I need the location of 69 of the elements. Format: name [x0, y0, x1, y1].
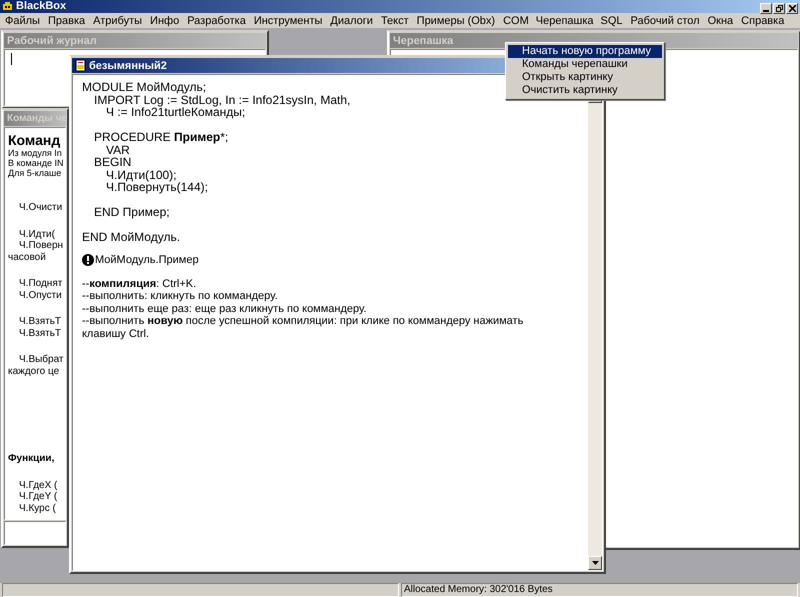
menu-item[interactable]: Диалоги — [326, 12, 377, 28]
commander-link[interactable]: МойМодуль.Пример — [95, 254, 199, 266]
menu-item[interactable]: COM — [499, 12, 533, 28]
help-text: В команде IN — [8, 158, 64, 168]
code-line: Ч.Повернуть(144); — [106, 181, 208, 194]
minimize-button[interactable] — [760, 3, 772, 14]
code-line: Ч := Info21turtleКоманды; — [106, 106, 246, 118]
help-text: Ч.ГдеX ( — [19, 478, 58, 491]
heading: Команд — [8, 132, 60, 148]
memory-status: Allocated Memory: 302'016 Bytes — [401, 583, 798, 597]
menu-item[interactable]: Разработка — [183, 12, 250, 28]
help-text: Ч.ВзятьТ — [19, 328, 62, 339]
menu-option[interactable]: Открыть картинку — [508, 71, 662, 84]
window-title: Черепашка — [393, 34, 454, 46]
code-line: VAR — [106, 144, 130, 156]
menu-item[interactable]: Файлы — [1, 12, 44, 28]
help-text: Ч.Поверн — [19, 240, 64, 252]
help-text: Ч.Опусти — [19, 290, 62, 301]
menu-item[interactable]: Справка — [737, 12, 788, 28]
restore-icon — [776, 5, 782, 12]
menu-item[interactable]: Инструменты — [250, 12, 326, 28]
help-text: Ч.ВзятьТ — [19, 315, 62, 328]
help-text: Для 5-клаше — [8, 168, 62, 178]
note-text: --компиляция: Ctrl+K. — [82, 278, 196, 290]
menu-item[interactable]: SQL — [596, 12, 627, 28]
note-text: --выполнить: кликнуть по коммандеру. — [82, 290, 278, 302]
document-icon — [75, 60, 86, 71]
help-text: Ч.Идти( — [19, 228, 55, 240]
menu-item[interactable]: Примеры (Obx) — [412, 12, 500, 28]
app-title: BlackBox — [16, 0, 66, 13]
help-text: Ч.Очисти — [19, 201, 62, 214]
exclamation-icon[interactable] — [82, 254, 94, 266]
note-text: --выполнить новую после успешной компиляции: при клике по коммандеру нажимать клавишу Ctrl. — [82, 315, 524, 340]
code-line: Ч.Идти(100); — [106, 168, 177, 181]
menu-option[interactable]: Очистить картинку — [508, 84, 662, 97]
help-text: Из модуля In — [8, 148, 62, 158]
code-line: END Пример; — [94, 204, 170, 218]
text-cursor — [11, 53, 12, 65]
help-text: Ч.Поднят — [19, 277, 62, 290]
window-title: Рабочий журнал — [7, 34, 97, 46]
menu-item[interactable]: Черепашка — [532, 14, 597, 28]
menu-item[interactable]: Текст — [376, 12, 413, 28]
code-line: MODULE МойМодуль; — [82, 81, 206, 94]
menu-item[interactable]: Окна — [704, 12, 738, 28]
close-icon — [788, 5, 796, 12]
menu-item[interactable]: Правка — [44, 12, 90, 28]
menu-option[interactable]: Команды черепашки — [508, 58, 662, 71]
note-text: --выполнить еще раз: еще раз кликнуть по коммандеру. — [82, 302, 366, 315]
menu-option[interactable]: Начать новую программу — [508, 45, 662, 58]
code-line: END МойМодуль. — [82, 229, 180, 244]
code-line: PROCEDURE Пример*; — [94, 129, 228, 144]
code-line: BEGIN — [94, 156, 132, 168]
help-text: Ч.ГдеY ( — [19, 491, 58, 502]
code-line: IMPORT Log := StdLog, In := Info21sysIn, Math, — [94, 94, 350, 106]
down-arrow-icon — [592, 561, 598, 565]
help-text: часовой — [8, 252, 46, 263]
menu-item[interactable]: Рабочий стол — [626, 12, 704, 28]
menu-item[interactable]: Атрибуты — [89, 12, 146, 28]
text-field[interactable] — [4, 521, 66, 545]
help-text: каждого це — [8, 366, 60, 377]
window-title: безымянный2 — [89, 60, 167, 72]
close-button[interactable] — [786, 3, 798, 14]
restore-button[interactable] — [773, 3, 785, 14]
help-text: Ч.Курс ( — [19, 502, 56, 514]
scroll-down-button[interactable] — [588, 556, 602, 570]
help-text: Функции, — [8, 452, 54, 464]
help-text: Ч.Выбрат — [19, 353, 64, 366]
menu-item[interactable]: Инфо — [146, 12, 184, 28]
app-icon — [2, 2, 13, 12]
